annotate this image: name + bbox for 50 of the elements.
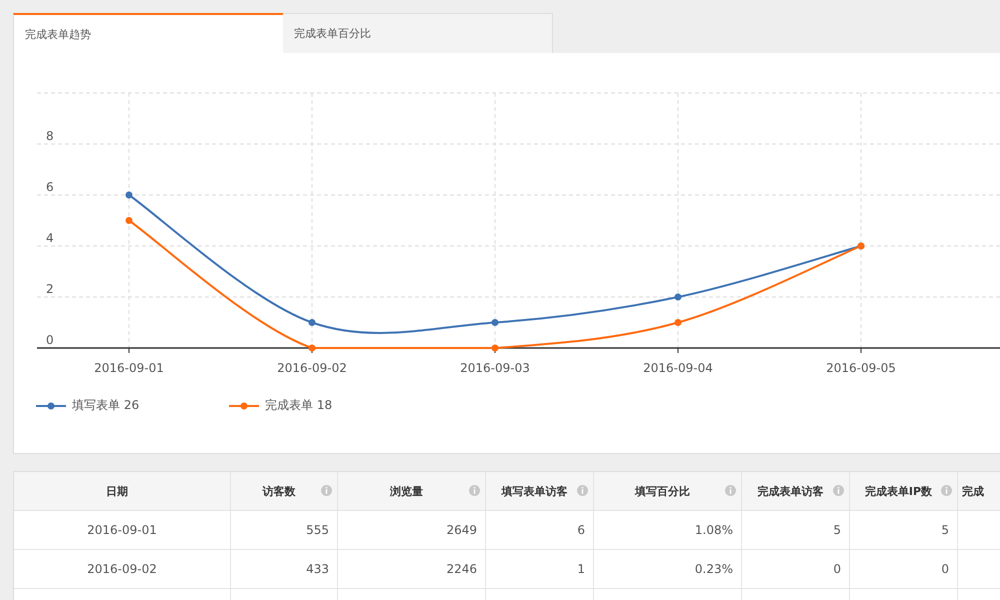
y-tick-label: 6 bbox=[46, 180, 54, 194]
data-point bbox=[674, 319, 682, 326]
table-cell: 2649 bbox=[338, 511, 486, 549]
x-tick-label: 2016-09-02 bbox=[277, 361, 347, 375]
x-tick-label: 2016-09-04 bbox=[643, 361, 713, 375]
table-cell: 0 bbox=[850, 550, 958, 588]
tab[interactable]: 完成表单趋势 bbox=[13, 13, 283, 53]
data-point bbox=[492, 319, 498, 326]
info-icon[interactable] bbox=[469, 485, 480, 496]
table-cell: 2246 bbox=[338, 550, 486, 588]
info-icon[interactable] bbox=[725, 485, 736, 496]
data-point bbox=[308, 319, 316, 326]
x-tick-label: 2016-09-01 bbox=[94, 361, 164, 375]
y-tick-label: 8 bbox=[46, 129, 54, 143]
table-cell: 5 bbox=[850, 511, 958, 549]
legend-label[interactable]: 完成表单 18 bbox=[265, 397, 332, 414]
y-tick-label: 0 bbox=[46, 333, 54, 347]
legend-label[interactable]: 填写表单 26 bbox=[72, 397, 140, 414]
info-icon[interactable] bbox=[941, 485, 952, 496]
tab[interactable]: 完成表单百分比 bbox=[283, 13, 553, 53]
column-header: 完成表单IP数 bbox=[850, 472, 958, 510]
x-tick-label: 2016-09-03 bbox=[460, 361, 530, 375]
column-header: 浏览量 bbox=[338, 472, 486, 510]
info-icon[interactable] bbox=[577, 485, 588, 496]
table-cell: 2016-09-01 bbox=[14, 511, 231, 549]
table-cell: 2016-09-02 bbox=[14, 550, 231, 588]
data-point bbox=[308, 344, 316, 352]
column-header: 填写百分比 bbox=[594, 472, 742, 510]
data-point bbox=[126, 217, 132, 224]
table-cell: 433 bbox=[231, 550, 338, 588]
table-cell: 555 bbox=[231, 511, 338, 549]
data-point bbox=[126, 192, 132, 198]
column-header: 访客数 bbox=[231, 472, 338, 510]
table-cell: 1 bbox=[486, 550, 594, 588]
table-cell: 1.08% bbox=[594, 511, 742, 549]
info-icon[interactable] bbox=[321, 485, 332, 496]
data-point bbox=[492, 344, 498, 352]
data-point bbox=[674, 294, 682, 300]
y-tick-label: 2 bbox=[46, 282, 54, 296]
column-header: 日期 bbox=[14, 472, 231, 510]
x-tick-label: 2016-09-05 bbox=[826, 361, 896, 375]
column-header: 填写表单访客 bbox=[486, 472, 594, 510]
table-cell: 0 bbox=[742, 550, 850, 588]
table-cell: 6 bbox=[486, 511, 594, 549]
y-tick-label: 4 bbox=[46, 231, 54, 245]
table-cell: 0.23% bbox=[594, 550, 742, 588]
column-header: 完成 bbox=[958, 472, 1000, 510]
column-header: 完成表单访客 bbox=[742, 472, 850, 510]
info-icon[interactable] bbox=[833, 485, 844, 496]
table-cell: 5 bbox=[742, 511, 850, 549]
